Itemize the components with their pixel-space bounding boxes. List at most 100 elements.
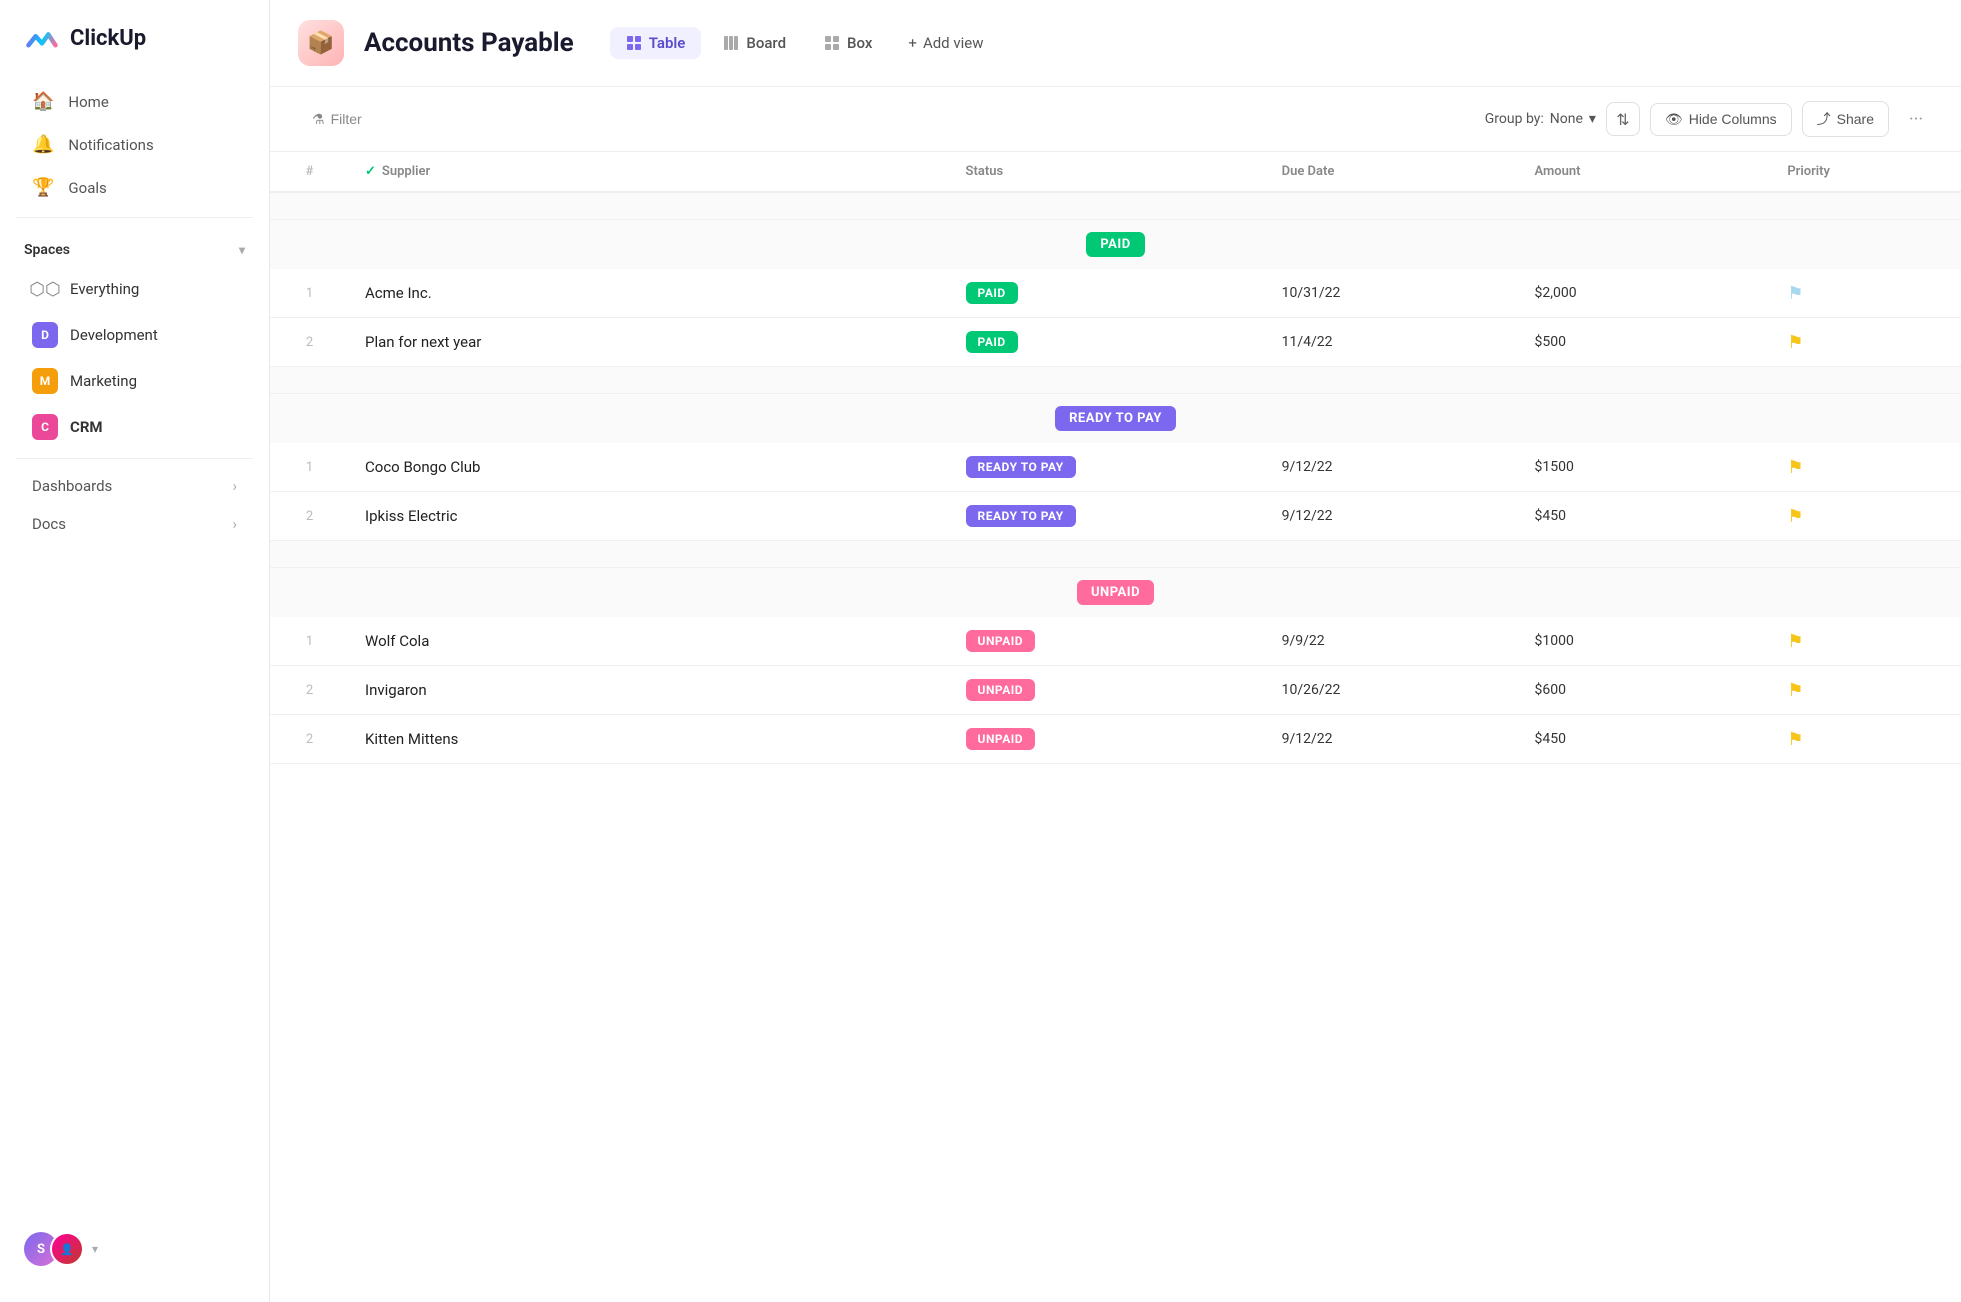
sidebar-item-crm[interactable]: C CRM — [8, 405, 261, 449]
spaces-chevron-icon[interactable]: ▾ — [239, 243, 245, 257]
table-row[interactable]: 2 Invigaron UNPAID 10/26/22 $600 ⚑ — [270, 666, 1961, 715]
development-badge: D — [32, 322, 58, 348]
more-options-button[interactable]: ··· — [1899, 102, 1933, 136]
row-supplier: Wolf Cola — [349, 617, 950, 666]
nav-goals[interactable]: 🏆 Goals — [8, 167, 261, 208]
row-due-date: 11/4/22 — [1266, 318, 1519, 367]
nav-home[interactable]: 🏠 Home — [8, 81, 261, 122]
row-supplier: Kitten Mittens — [349, 715, 950, 764]
table-row[interactable]: 1 Coco Bongo Club READY TO PAY 9/12/22 $… — [270, 443, 1961, 492]
avatar-group: S 👤 — [24, 1232, 84, 1266]
sidebar-development-label: Development — [70, 326, 158, 344]
flag-icon: ⚑ — [1787, 457, 1803, 478]
status-badge[interactable]: READY TO PAY — [966, 505, 1076, 527]
supplier-name: Invigaron — [365, 681, 427, 699]
share-label: Share — [1837, 111, 1874, 127]
supplier-name: Wolf Cola — [365, 632, 429, 650]
sidebar-item-docs[interactable]: Docs › — [8, 506, 261, 542]
col-amount[interactable]: Amount — [1518, 152, 1771, 192]
row-due-date: 9/9/22 — [1266, 617, 1519, 666]
sort-button[interactable]: ⇅ — [1606, 102, 1640, 136]
filter-label: Filter — [331, 111, 362, 127]
col-supplier[interactable]: ✓ Supplier — [349, 152, 950, 192]
table-header: # ✓ Supplier Status Due Date Amou — [270, 152, 1961, 192]
status-badge[interactable]: PAID — [966, 282, 1018, 304]
filter-button[interactable]: ⚗ Filter — [298, 105, 376, 134]
spaces-section-header: Spaces ▾ — [0, 226, 269, 266]
hide-columns-button[interactable]: 👁 Hide Columns — [1650, 103, 1792, 136]
tab-board[interactable]: Board — [707, 27, 802, 59]
status-badge[interactable]: UNPAID — [966, 728, 1036, 750]
row-supplier: Acme Inc. — [349, 269, 950, 318]
row-priority: ⚑ — [1771, 443, 1961, 492]
row-supplier: Invigaron — [349, 666, 950, 715]
sidebar-item-dashboards[interactable]: Dashboards › — [8, 468, 261, 504]
sidebar-item-development[interactable]: D Development — [8, 313, 261, 357]
group-by-value: None — [1550, 111, 1583, 127]
crm-badge: C — [32, 414, 58, 440]
avatar-chevron-icon[interactable]: ▾ — [92, 1242, 98, 1256]
row-amount: $450 — [1518, 492, 1771, 541]
hide-columns-icon: 👁 — [1665, 111, 1683, 128]
row-status: READY TO PAY — [950, 443, 1266, 492]
group-label-ready[interactable]: READY TO PAY — [1055, 406, 1176, 431]
table-row[interactable]: 2 Kitten Mittens UNPAID 9/12/22 $450 ⚑ — [270, 715, 1961, 764]
status-badge[interactable]: UNPAID — [966, 679, 1036, 701]
nav-notifications[interactable]: 🔔 Notifications — [8, 124, 261, 165]
tab-box-label: Box — [847, 34, 872, 52]
main-content: 📦 Accounts Payable Table Board — [270, 0, 1961, 1302]
supplier-name: Plan for next year — [365, 333, 481, 351]
row-num: 2 — [270, 666, 349, 715]
row-due-date: 9/12/22 — [1266, 492, 1519, 541]
tab-table-label: Table — [649, 34, 686, 52]
group-label-unpaid[interactable]: UNPAID — [1077, 580, 1154, 605]
table-row[interactable]: 2 Plan for next year PAID 11/4/22 $500 ⚑ — [270, 318, 1961, 367]
table-row[interactable]: 2 Ipkiss Electric READY TO PAY 9/12/22 $… — [270, 492, 1961, 541]
row-priority: ⚑ — [1771, 715, 1961, 764]
share-icon: ⤴ — [1817, 109, 1831, 129]
row-num: 2 — [270, 318, 349, 367]
group-label-cell: UNPAID — [270, 568, 1961, 618]
tab-table[interactable]: Table — [610, 27, 702, 59]
col-priority[interactable]: Priority — [1771, 152, 1961, 192]
clickup-logo-icon — [24, 20, 60, 56]
row-priority: ⚑ — [1771, 492, 1961, 541]
table-icon — [626, 35, 642, 51]
group-header-ready: READY TO PAY — [270, 394, 1961, 444]
add-view-label: Add view — [923, 34, 984, 52]
page-title: Accounts Payable — [364, 28, 574, 58]
row-status: UNPAID — [950, 666, 1266, 715]
table-row[interactable]: 1 Wolf Cola UNPAID 9/9/22 $1000 ⚑ — [270, 617, 1961, 666]
toolbar-right: Group by: None ▾ ⇅ 👁 Hide Columns ⤴ Shar… — [1485, 101, 1933, 137]
row-amount: $2,000 — [1518, 269, 1771, 318]
row-num: 1 — [270, 269, 349, 318]
status-badge[interactable]: UNPAID — [966, 630, 1036, 652]
everything-icon: ⬡⬡ — [32, 276, 58, 302]
status-badge[interactable]: PAID — [966, 331, 1018, 353]
hide-columns-label: Hide Columns — [1689, 111, 1777, 127]
flag-icon: ⚑ — [1787, 506, 1803, 527]
tab-box[interactable]: Box — [808, 27, 888, 59]
add-view-button[interactable]: + Add view — [894, 27, 997, 59]
row-num: 2 — [270, 715, 349, 764]
row-amount: $1000 — [1518, 617, 1771, 666]
col-status[interactable]: Status — [950, 152, 1266, 192]
col-due-date[interactable]: Due Date — [1266, 152, 1519, 192]
table-container: # ✓ Supplier Status Due Date Amou — [270, 152, 1961, 1302]
sidebar-item-marketing[interactable]: M Marketing — [8, 359, 261, 403]
group-by-control[interactable]: Group by: None ▾ — [1485, 111, 1596, 127]
status-badge[interactable]: READY TO PAY — [966, 456, 1076, 478]
sidebar-item-everything[interactable]: ⬡⬡ Everything — [8, 267, 261, 311]
group-label-cell: READY TO PAY — [270, 394, 1961, 444]
accounts-payable-table: # ✓ Supplier Status Due Date Amou — [270, 152, 1961, 764]
nav-notifications-label: Notifications — [68, 136, 153, 154]
priority-col-label: Priority — [1787, 164, 1830, 179]
group-label-paid[interactable]: PAID — [1086, 232, 1144, 257]
ellipsis-icon: ··· — [1909, 109, 1923, 130]
page-icon: 📦 — [298, 20, 344, 66]
table-row[interactable]: 1 Acme Inc. PAID 10/31/22 $2,000 ⚑ — [270, 269, 1961, 318]
status-col-label: Status — [966, 164, 1004, 179]
row-amount: $1500 — [1518, 443, 1771, 492]
share-button[interactable]: ⤴ Share — [1802, 101, 1889, 137]
sidebar-crm-label: CRM — [70, 418, 103, 436]
